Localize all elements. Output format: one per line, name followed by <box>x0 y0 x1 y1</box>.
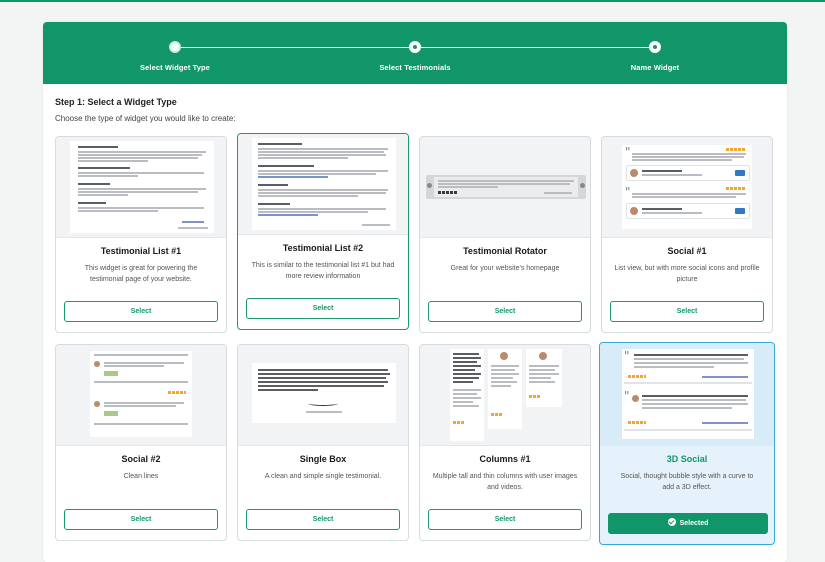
card-preview-image <box>56 137 226 238</box>
widget-card-testimonial-rotator[interactable]: Testimonial Rotator Great for your websi… <box>419 136 591 333</box>
widget-card-testimonial-list-2[interactable]: Testimonial List #2 This is similar to t… <box>237 133 409 330</box>
progress-line-2 <box>421 47 655 48</box>
card-description: A clean and simple single testimonial. <box>264 473 382 480</box>
card-title: Testimonial List #2 <box>282 243 364 253</box>
select-button[interactable]: Select <box>64 509 218 530</box>
select-button[interactable]: Select <box>246 298 400 319</box>
select-button[interactable]: Select <box>428 509 582 530</box>
card-preview-image <box>420 137 590 238</box>
widget-card-social-1[interactable]: " " Social #1 List view, but with more s… <box>601 136 773 333</box>
card-title: Columns #1 <box>479 454 531 464</box>
select-button[interactable]: Select <box>246 509 400 530</box>
card-description: List view, but with more social icons an… <box>614 265 760 283</box>
step-2-indicator[interactable] <box>409 41 421 53</box>
card-preview-image <box>420 345 590 446</box>
card-description: This is similar to the testimonial list … <box>251 262 395 280</box>
widget-card-single-box[interactable]: Single Box A clean and simple single tes… <box>237 344 409 541</box>
select-button[interactable]: Select <box>428 301 582 322</box>
step-1-label: Select Widget Type <box>140 63 210 72</box>
step-2-label: Select Testimonials <box>379 63 451 72</box>
widget-card-3d-social[interactable]: " " 3D Social Social, thought bubble sty… <box>599 342 775 545</box>
card-description: Social, thought bubble style with a curv… <box>620 473 754 491</box>
step-subheading: Choose the type of widget you would like… <box>55 114 236 123</box>
step-heading: Step 1: Select a Widget Type <box>55 97 177 107</box>
widget-card-social-2[interactable]: Social #2 Clean lines Select <box>55 344 227 541</box>
card-title: Testimonial List #1 <box>100 246 182 256</box>
card-description: Great for your website's homepage <box>450 265 560 272</box>
card-description: Clean lines <box>123 473 159 480</box>
widget-card-testimonial-list-1[interactable]: Testimonial List #1 This widget is great… <box>55 136 227 333</box>
widget-wizard-panel: Select Widget Type Select Testimonials N… <box>43 22 787 562</box>
widget-card-columns-1[interactable]: Columns #1 Multiple tall and thin column… <box>419 344 591 541</box>
select-button[interactable]: Select <box>610 301 764 322</box>
card-preview-image: " " <box>602 137 772 238</box>
card-preview-image <box>56 345 226 446</box>
card-preview-image: " " <box>600 343 774 446</box>
step-3-label: Name Widget <box>630 63 680 72</box>
wizard-header: Select Widget Type Select Testimonials N… <box>43 22 787 84</box>
card-title: Single Box <box>299 454 347 464</box>
card-preview-image <box>238 134 408 235</box>
card-preview-image <box>238 345 408 446</box>
check-circle-icon <box>667 518 676 526</box>
card-title: Testimonial Rotator <box>463 246 547 256</box>
top-accent-line <box>0 0 825 2</box>
selected-button-label: Selected <box>679 520 709 527</box>
step-1-indicator[interactable] <box>169 41 181 53</box>
card-description: This widget is great for powering the te… <box>84 265 198 283</box>
card-description: Multiple tall and thin columns with user… <box>432 473 578 491</box>
card-title: Social #2 <box>121 454 161 464</box>
step-3-indicator[interactable] <box>649 41 661 53</box>
selected-button[interactable]: Selected <box>608 513 768 534</box>
select-button[interactable]: Select <box>64 301 218 322</box>
card-title: 3D Social <box>666 454 708 464</box>
progress-line-1 <box>181 47 415 48</box>
card-title: Social #1 <box>667 246 707 256</box>
